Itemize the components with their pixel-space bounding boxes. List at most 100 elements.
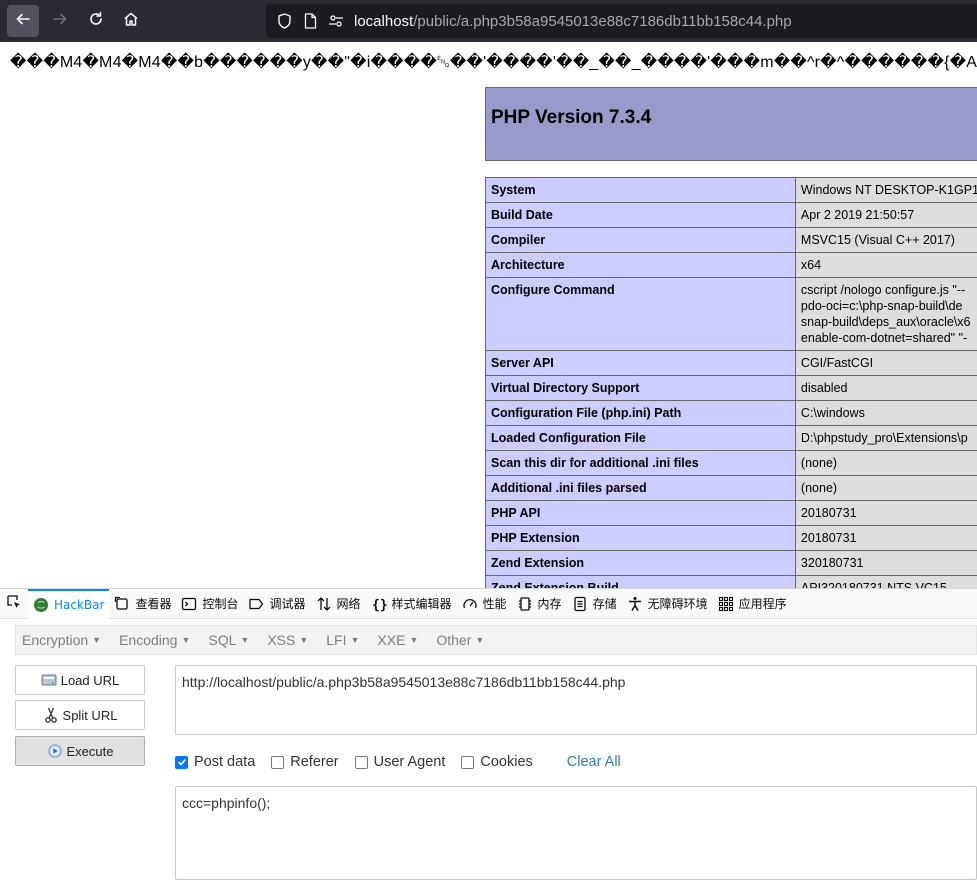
php-version-title: PHP Version 7.3.4	[491, 107, 652, 128]
phpinfo-row: Compiler MSVC15 (Visual C++ 2017)	[485, 227, 977, 253]
split-url-label: Split URL	[62, 707, 118, 723]
option-referer[interactable]: Referer	[271, 754, 339, 770]
option-post-data[interactable]: Post data	[175, 754, 255, 770]
devtools-tab-label: 调试器	[269, 597, 306, 611]
network-icon	[316, 596, 332, 612]
phpinfo-key: Build Date	[485, 202, 796, 228]
phpinfo-table: System Windows NT DESKTOP-K1GP1 Build Date…	[485, 177, 977, 601]
phpinfo-value: C:\windows	[794, 400, 977, 426]
devtools-tab-application[interactable]: 应用程序	[713, 589, 792, 619]
phpinfo-row: Zend Extension 320180731	[485, 550, 977, 576]
post-data-textarea[interactable]: ccc=phpinfo();	[175, 786, 977, 880]
hackbar-menu-label: SQL	[208, 632, 237, 648]
phpinfo-value: Windows NT DESKTOP-K1GP1	[794, 177, 977, 203]
caret-down-icon: ▼	[350, 635, 360, 645]
shield-icon[interactable]	[276, 13, 292, 29]
devtools-tab-storage[interactable]: 存储	[567, 589, 622, 619]
hackbar-menu-encoding[interactable]: Encoding ▼	[119, 632, 190, 648]
phpinfo-key: Additional .ini files parsed	[485, 475, 796, 501]
request-options: Post data Referer User Agent Cookies Clear A…	[175, 752, 621, 772]
devtools-tab-debugger[interactable]: 调试器	[243, 589, 310, 619]
phpinfo-row: Virtual Directory Support disabled	[485, 375, 977, 401]
forward-button[interactable]	[44, 5, 76, 37]
phpinfo-value: D:\phpstudy_pro\Extensions\p	[794, 425, 977, 451]
phpinfo-value: (none)	[794, 450, 977, 476]
phpinfo-key: Zend Extension	[485, 550, 796, 576]
hackbar-menu-other[interactable]: Other ▼	[436, 632, 484, 648]
inspector-icon	[114, 596, 130, 612]
split-url-button[interactable]: Split URL	[15, 700, 145, 730]
hackbar-menu-label: LFI	[326, 632, 347, 648]
phpinfo-key: Scan this dir for additional .ini files	[485, 450, 796, 476]
caret-down-icon: ▼	[409, 635, 419, 645]
accessibility-icon	[627, 596, 643, 612]
url-text[interactable]: localhost/public/a.php3b58a9545013e88c71…	[354, 13, 792, 30]
devtools-tab-label: HackBar	[54, 597, 105, 612]
execute-button[interactable]: Execute	[15, 736, 145, 766]
phpinfo-row: Server API CGI/FastCGI	[485, 350, 977, 376]
phpinfo-value: 20180731	[794, 500, 977, 526]
phpinfo-key: Server API	[485, 350, 796, 376]
devtools-tab-accessibility[interactable]: 无障碍环境	[622, 589, 713, 619]
caret-down-icon: ▼	[181, 635, 191, 645]
phpinfo-row: Additional .ini files parsed (none)	[485, 475, 977, 501]
devtools-tab-hackbar[interactable]: HackBar	[28, 588, 110, 619]
checkbox-icon[interactable]	[354, 755, 368, 769]
page-icon	[302, 13, 318, 29]
devtools-tab-style-editor[interactable]: {} 样式编辑器	[366, 589, 457, 619]
phpinfo-value: (none)	[794, 475, 977, 501]
checkbox-checked-icon[interactable]	[175, 755, 188, 769]
back-button[interactable]	[7, 5, 39, 37]
back-arrow-icon	[15, 11, 31, 31]
load-url-icon	[41, 672, 57, 688]
hackbar-menu-xxe[interactable]: XXE ▼	[377, 632, 418, 648]
checkbox-icon[interactable]	[461, 755, 475, 769]
console-icon	[181, 596, 197, 612]
url-textarea[interactable]: http://localhost/public/a.php3b58a954501…	[175, 665, 977, 735]
application-icon	[718, 596, 734, 612]
php-version-header: PHP Version 7.3.4	[485, 87, 977, 161]
hackbar-menu-label: Other	[436, 632, 472, 648]
phpinfo-row: System Windows NT DESKTOP-K1GP1	[485, 177, 977, 203]
phpinfo-key: PHP API	[485, 500, 796, 526]
element-picker-button[interactable]	[0, 589, 28, 619]
hackbar-menu-xss[interactable]: XSS ▼	[267, 632, 308, 648]
phpinfo-value: Apr 2 2019 21:50:57	[794, 202, 977, 228]
hackbar-menu-lfi[interactable]: LFI ▼	[326, 632, 359, 648]
devtools-tab-inspector[interactable]: 查看器	[109, 589, 176, 619]
caret-down-icon: ▼	[92, 635, 102, 645]
reload-button[interactable]	[80, 5, 112, 37]
caret-down-icon: ▼	[240, 635, 250, 645]
hackbar-menu-label: Encoding	[119, 632, 178, 648]
option-cookies[interactable]: Cookies	[461, 754, 533, 770]
phpinfo-row: PHP Extension 20180731	[485, 525, 977, 551]
devtools-tab-label: 应用程序	[738, 597, 787, 611]
option-label: User Agent	[373, 754, 446, 770]
devtools-tab-network[interactable]: 网络	[311, 589, 366, 619]
phpinfo-key: Loaded Configuration File	[485, 425, 796, 451]
option-label: Cookies	[480, 754, 533, 770]
clear-all-link[interactable]: Clear All	[567, 754, 621, 770]
permissions-icon[interactable]	[328, 13, 344, 29]
hackbar-menu-encryption[interactable]: Encryption ▼	[22, 632, 101, 648]
phpinfo-key: Compiler	[485, 227, 796, 253]
home-button[interactable]	[115, 5, 147, 37]
option-label: Post data	[194, 754, 256, 770]
phpinfo-value: disabled	[794, 375, 977, 401]
devtools-tab-performance[interactable]: 性能	[457, 589, 512, 619]
devtools-tab-label: 网络	[336, 597, 361, 611]
address-bar[interactable]: localhost/public/a.php3b58a9545013e88c71…	[266, 4, 977, 38]
option-user-agent[interactable]: User Agent	[354, 754, 446, 770]
devtools-tab-console[interactable]: 控制台	[176, 589, 243, 619]
phpinfo-value: 320180731	[794, 550, 977, 576]
hackbar-menu-label: XSS	[267, 632, 296, 648]
hackbar-menu-sql[interactable]: SQL ▼	[208, 632, 249, 648]
element-picker-icon	[6, 594, 22, 613]
checkbox-icon[interactable]	[271, 755, 285, 769]
devtools-tab-label: 性能	[482, 597, 507, 611]
phpinfo-row: Configuration File (php.ini) Path C:\wind…	[485, 400, 977, 426]
forward-arrow-icon	[52, 11, 68, 31]
devtools-tab-label: 样式编辑器	[391, 597, 452, 611]
devtools-tab-memory[interactable]: 内存	[512, 589, 567, 619]
load-url-button[interactable]: Load URL	[15, 665, 145, 695]
